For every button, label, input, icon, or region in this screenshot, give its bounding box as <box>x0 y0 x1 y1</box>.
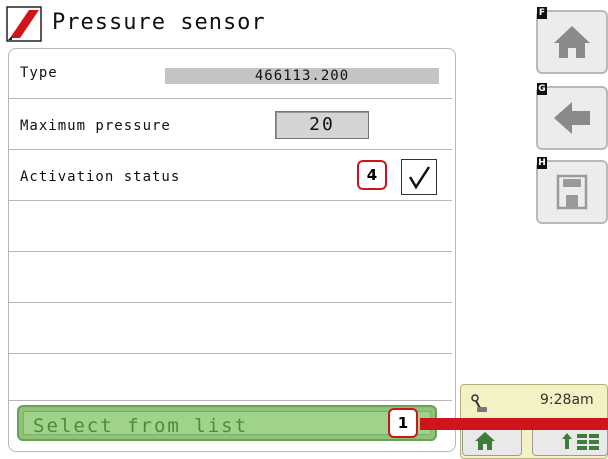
callout-4: 4 <box>357 160 387 190</box>
select-button-label: Select from list <box>33 415 249 437</box>
empty-row <box>9 252 452 303</box>
joystick-icon <box>471 394 487 412</box>
home-icon <box>554 26 590 58</box>
home-softkey[interactable] <box>536 10 608 74</box>
save-softkey[interactable] <box>536 160 608 224</box>
type-label: Type <box>20 65 58 81</box>
back-arrow-icon <box>554 102 590 134</box>
type-row: Type 466113.200 <box>9 48 452 99</box>
softkey-tag-h: H <box>537 157 547 169</box>
type-value: 466113.200 <box>165 68 439 84</box>
softkey-tag-f: F <box>537 7 547 19</box>
max-pressure-label: Maximum pressure <box>20 118 171 134</box>
select-from-list-button[interactable]: Select from list <box>17 405 437 441</box>
save-icon <box>556 174 588 210</box>
brand-logo-icon <box>6 6 42 42</box>
back-softkey[interactable] <box>536 86 608 150</box>
softkey-tag-g: G <box>537 83 547 95</box>
page-title: Pressure sensor <box>52 10 266 35</box>
callout-pointer-bar <box>420 418 608 430</box>
screen: Pressure sensor Type 466113.200 Maximum … <box>0 0 608 459</box>
max-pressure-row: Maximum pressure 20 <box>9 99 452 150</box>
activation-label: Activation status <box>20 169 181 185</box>
empty-row <box>9 201 452 252</box>
activation-row: Activation status 4 <box>9 150 452 201</box>
max-pressure-input[interactable]: 20 <box>275 111 369 139</box>
empty-row <box>9 303 452 354</box>
empty-row <box>9 354 452 401</box>
activation-checkbox[interactable] <box>401 159 437 195</box>
callout-1: 1 <box>388 408 418 438</box>
checkmark-icon <box>408 166 431 190</box>
clock-time: 9:28am <box>540 392 594 408</box>
